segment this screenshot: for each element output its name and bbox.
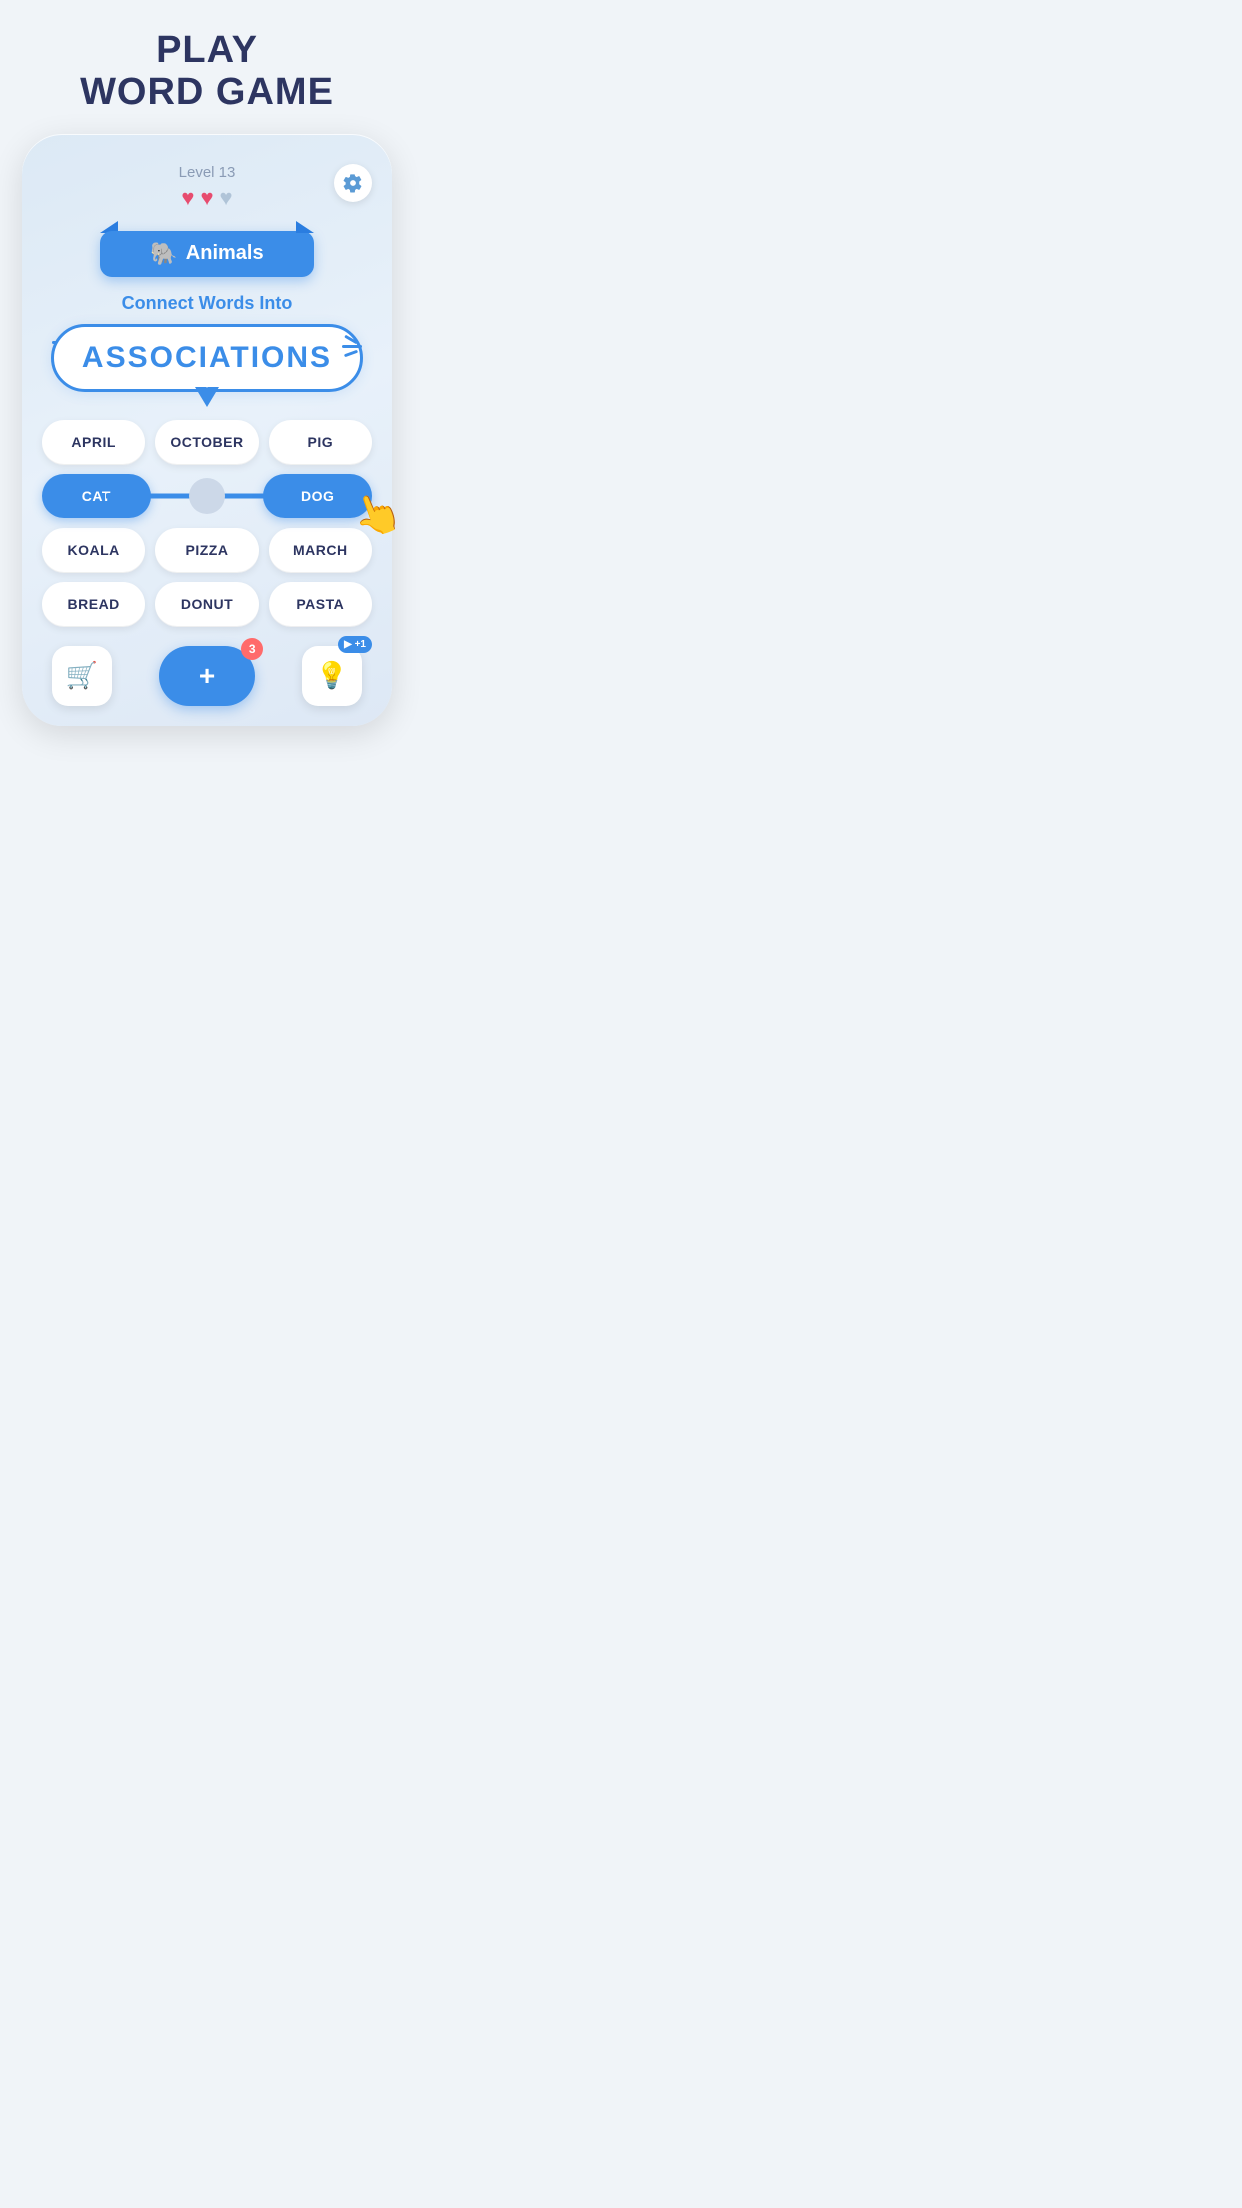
- settings-button[interactable]: [334, 164, 372, 202]
- hint-button[interactable]: 💡 ▶ +1: [302, 646, 362, 706]
- word-bread[interactable]: BREAD: [42, 582, 145, 626]
- word-april[interactable]: APRIL: [42, 420, 145, 464]
- word-row-2: CAT DOG 👆: [42, 474, 372, 518]
- word-pizza[interactable]: PIZZA: [155, 528, 258, 572]
- connect-section: Connect Words Into ASSOCIATIONS: [42, 293, 372, 392]
- phone-frame: Level 13 ♥ ♥ ♥ 🐘 Animals Connect Words I…: [22, 134, 392, 726]
- word-pig[interactable]: PIG: [269, 420, 372, 464]
- lightbulb-icon: 💡: [316, 660, 348, 691]
- level-info: Level 13 ♥ ♥ ♥: [179, 164, 236, 211]
- word-october[interactable]: OCTOBER: [155, 420, 258, 464]
- add-button[interactable]: + 3: [159, 646, 255, 706]
- heart-3: ♥: [220, 185, 233, 211]
- word-grid: APRIL OCTOBER PIG CAT DOG 👆 KOALA PIZZA …: [42, 420, 372, 626]
- cart-icon: 🛒: [66, 660, 98, 691]
- shop-button[interactable]: 🛒: [52, 646, 112, 706]
- category-banner: 🐘 Animals: [42, 231, 372, 277]
- bottom-toolbar: 🛒 + 3 💡 ▶ +1: [42, 646, 372, 706]
- category-label: Animals: [186, 242, 264, 265]
- hearts-display: ♥ ♥ ♥: [179, 185, 236, 211]
- add-badge: 3: [241, 638, 263, 660]
- plus-icon: +: [199, 660, 215, 691]
- heart-1: ♥: [181, 185, 194, 211]
- sparkle-right-decoration: [342, 338, 362, 355]
- word-koala[interactable]: KOALA: [42, 528, 145, 572]
- word-donut[interactable]: DONUT: [155, 582, 258, 626]
- associations-text: ASSOCIATIONS: [82, 341, 332, 374]
- word-dog[interactable]: DOG 👆: [263, 474, 372, 518]
- video-badge: ▶ +1: [338, 636, 372, 653]
- word-row-1: APRIL OCTOBER PIG: [42, 420, 372, 464]
- word-row-4: BREAD DONUT PASTA: [42, 582, 372, 626]
- word-pasta[interactable]: PASTA: [269, 582, 372, 626]
- word-march[interactable]: MARCH: [269, 528, 372, 572]
- category-icon: 🐘: [150, 241, 177, 267]
- gear-icon: [343, 173, 363, 193]
- page-title: PLAY WORD GAME: [60, 0, 354, 134]
- level-text: Level 13: [179, 164, 236, 181]
- heart-2: ♥: [200, 185, 213, 211]
- connect-label: Connect Words Into: [42, 293, 372, 314]
- word-row-3: KOALA PIZZA MARCH: [42, 528, 372, 572]
- speech-bubble: ASSOCIATIONS: [51, 324, 363, 392]
